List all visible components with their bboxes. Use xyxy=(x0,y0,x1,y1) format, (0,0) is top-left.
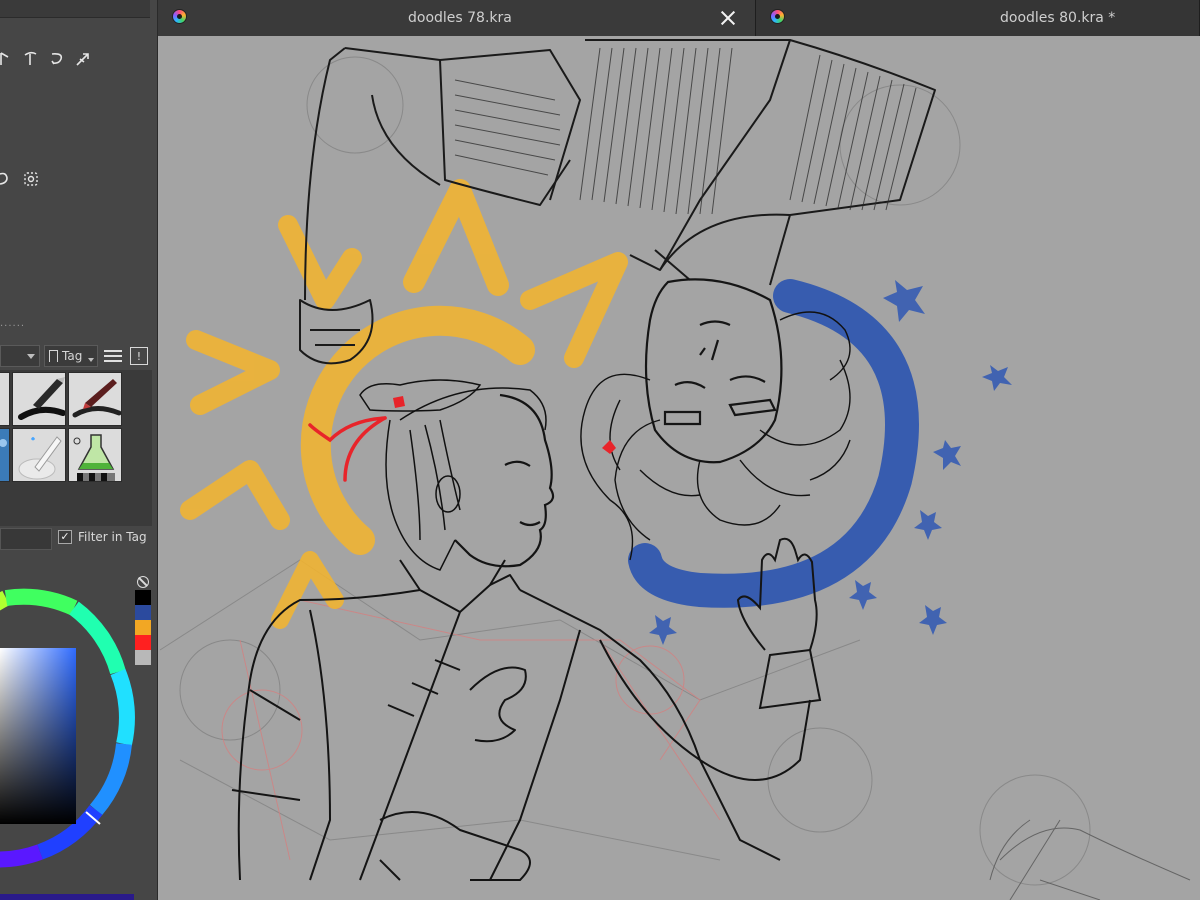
docker-title-strip xyxy=(0,0,150,18)
upside-down-head xyxy=(644,278,783,464)
brush-pen-preset[interactable] xyxy=(68,372,122,426)
construction-lines xyxy=(159,56,1091,886)
filter-in-tag-label: Filter in Tag xyxy=(78,530,147,544)
filter-in-tag-checkbox[interactable]: ✓ Filter in Tag xyxy=(58,530,147,544)
color-history-swatches[interactable] xyxy=(135,590,151,665)
checkmark-icon: ✓ xyxy=(58,530,72,544)
ink-pen-preset[interactable] xyxy=(12,372,66,426)
color-swatch[interactable] xyxy=(135,590,151,605)
krita-window: ...... Tag ! ✓ Filter in Tag doodles 78.… xyxy=(0,0,1200,900)
blue-texture-preset[interactable] xyxy=(0,428,10,482)
left-docker-panel: ...... Tag ! ✓ Filter in Tag xyxy=(0,0,158,900)
tab-label: doodles 78.kra xyxy=(408,10,512,26)
flask-preset[interactable] xyxy=(68,428,122,482)
tab-label: doodles 80.kra * xyxy=(1000,10,1116,26)
preset-tile-partial-1[interactable] xyxy=(0,372,10,426)
tag-dropdown-caret xyxy=(88,358,94,362)
ink-pen-preset-icon xyxy=(18,377,65,420)
upright-body xyxy=(231,559,811,881)
color-bar-bottom xyxy=(0,894,134,900)
krita-logo-icon xyxy=(172,9,187,24)
upright-head xyxy=(454,393,555,568)
saturation-value-square[interactable] xyxy=(0,648,76,824)
chevron-down-icon xyxy=(27,354,35,359)
brush-pen-preset-icon xyxy=(72,379,121,418)
no-color-icon[interactable] xyxy=(137,576,149,588)
multibrush-tool-icon[interactable] xyxy=(74,50,92,68)
artwork[interactable] xyxy=(158,36,1200,900)
krita-logo-icon xyxy=(770,9,785,24)
wet-brush-preset-icon xyxy=(18,436,62,480)
tag-button[interactable]: Tag xyxy=(44,345,98,367)
list-view-icon[interactable] xyxy=(104,347,122,365)
similar-select-icon[interactable] xyxy=(22,170,40,188)
moon-shape xyxy=(628,279,919,608)
hair-tie-red xyxy=(393,396,405,408)
red-guide-lines xyxy=(221,599,721,861)
toolbox-row xyxy=(0,50,92,68)
upright-hair xyxy=(359,379,547,571)
brush-preset-grid xyxy=(0,370,152,526)
tab-doodles-80[interactable]: doodles 80.kra * xyxy=(756,0,1200,36)
contiguous-select-icon[interactable] xyxy=(0,170,14,188)
blue-texture-preset-icon xyxy=(0,429,9,481)
docker-separator-dots: ...... xyxy=(0,318,26,329)
preset-info-icon[interactable]: ! xyxy=(130,347,148,365)
tag-label: Tag xyxy=(62,349,83,363)
bookmark-icon xyxy=(49,350,58,362)
color-swatch[interactable] xyxy=(135,635,151,650)
hatching xyxy=(454,47,917,215)
color-swatch[interactable] xyxy=(135,650,151,665)
color-swatch[interactable] xyxy=(135,620,151,635)
document-tab-bar: doodles 78.kra doodles 80.kra * xyxy=(158,0,1200,36)
freehand-path-icon[interactable] xyxy=(22,50,40,68)
bezier-tool-icon[interactable] xyxy=(0,50,14,68)
tab-doodles-78[interactable]: doodles 78.kra xyxy=(158,0,756,36)
wet-brush-preset[interactable] xyxy=(12,428,66,482)
dynamic-brush-icon[interactable] xyxy=(48,50,66,68)
drawing-canvas[interactable] xyxy=(158,36,1200,900)
hair-tie-red xyxy=(602,440,616,454)
close-icon[interactable] xyxy=(719,9,737,27)
brush-preset-toolbar: Tag ! xyxy=(0,344,152,368)
chemistry-flask-preset-icon xyxy=(73,434,115,481)
toolbox-selection-row xyxy=(0,170,40,188)
preset-group-combo[interactable] xyxy=(0,345,40,367)
preset-filter-input[interactable] xyxy=(0,528,52,550)
color-swatch[interactable] xyxy=(135,605,151,620)
